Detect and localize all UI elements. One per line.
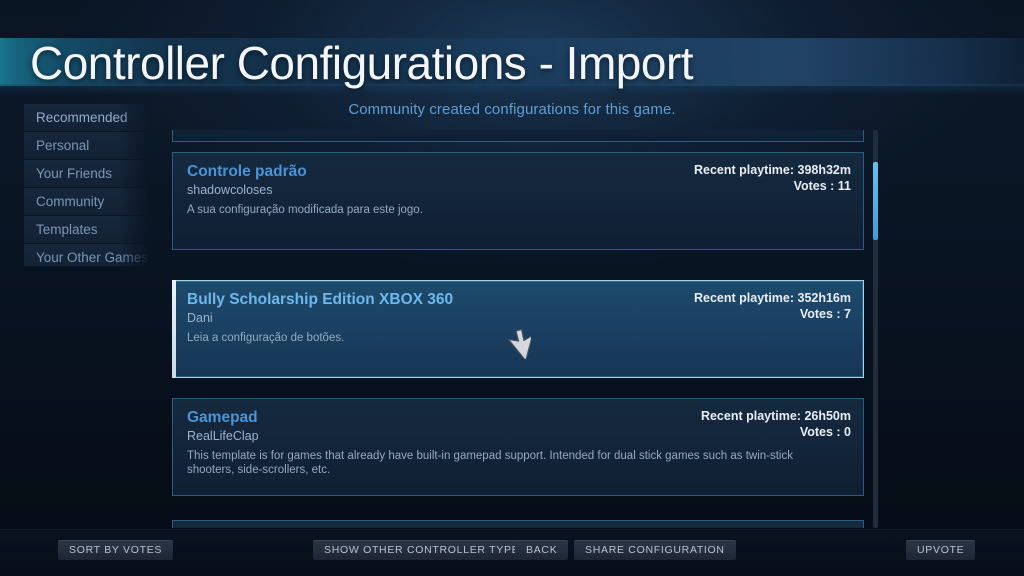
config-author: RealLifeClap bbox=[187, 429, 259, 443]
config-name: Gamepad bbox=[187, 409, 258, 426]
back-button[interactable]: BACK bbox=[515, 540, 569, 560]
config-votes: Votes : 11 bbox=[793, 179, 851, 193]
scrollbar-thumb[interactable] bbox=[873, 162, 878, 240]
sort-by-votes-button[interactable]: SORT BY VOTES bbox=[58, 540, 174, 560]
list-item[interactable]: Bully Scholarship Edition XBOX 360 Dani … bbox=[172, 280, 864, 378]
config-description: A sua configuração modificada para este … bbox=[187, 204, 423, 216]
config-stats: Recent playtime: 352h16m Votes : 7 bbox=[694, 290, 851, 322]
sidebar-item-recommended[interactable]: Recommended bbox=[24, 104, 148, 132]
list-item[interactable]: Controle padrão shadowcoloses A sua conf… bbox=[172, 152, 864, 250]
sidebar-item-personal[interactable]: Personal bbox=[24, 132, 148, 160]
config-stats: Recent playtime: 26h50m Votes : 0 bbox=[701, 408, 851, 440]
share-configuration-button[interactable]: SHARE CONFIGURATION bbox=[574, 540, 736, 560]
sidebar-item-community[interactable]: Community bbox=[24, 188, 148, 216]
sidebar-item-label: Recommended bbox=[36, 110, 128, 125]
sidebar-item-templates[interactable]: Templates bbox=[24, 216, 148, 244]
show-other-controller-types-button[interactable]: SHOW OTHER CONTROLLER TYPES bbox=[313, 540, 539, 560]
upvote-button[interactable]: UPVOTE bbox=[906, 540, 976, 560]
sidebar-item-your-friends[interactable]: Your Friends bbox=[24, 160, 148, 188]
sidebar-item-label: Personal bbox=[36, 138, 90, 153]
config-author: Dani bbox=[187, 311, 213, 325]
sidebar-item-label: Templates bbox=[36, 222, 98, 237]
bottom-toolbar: SORT BY VOTES SHOW OTHER CONTROLLER TYPE… bbox=[0, 529, 1024, 576]
sidebar-item-label: Community bbox=[36, 194, 105, 209]
list-item[interactable] bbox=[172, 520, 864, 528]
page-title: Controller Configurations - Import bbox=[30, 37, 694, 89]
config-playtime: Recent playtime: 26h50m bbox=[700, 409, 851, 423]
list-item[interactable] bbox=[172, 130, 864, 142]
config-votes: Votes : 0 bbox=[799, 425, 851, 439]
config-stats: Recent playtime: 398h32m Votes : 11 bbox=[694, 162, 851, 194]
list-item[interactable]: Gamepad RealLifeClap This template is fo… bbox=[172, 398, 864, 496]
config-description: This template is for games that already … bbox=[187, 450, 793, 476]
sidebar-item-label: Your Friends bbox=[36, 166, 113, 181]
config-name: Bully Scholarship Edition XBOX 360 bbox=[187, 291, 454, 308]
config-description: Leia a configuração de botões. bbox=[187, 332, 345, 344]
steam-controller-config-import-screen: Controller Configurations - Import Commu… bbox=[0, 0, 1024, 576]
configuration-list-panel: Controle padrão shadowcoloses A sua conf… bbox=[172, 130, 872, 528]
config-name: Controle padrão bbox=[187, 163, 307, 180]
sidebar-nav: Recommended Personal Your Friends Commun… bbox=[24, 104, 148, 266]
config-playtime: Recent playtime: 398h32m bbox=[693, 163, 851, 177]
scrollbar[interactable] bbox=[873, 130, 878, 528]
sidebar-item-your-other-games[interactable]: Your Other Games bbox=[24, 244, 148, 266]
sidebar-item-label: Your Other Games bbox=[36, 250, 148, 265]
page-subtitle: Community created configurations for thi… bbox=[348, 101, 676, 118]
config-playtime: Recent playtime: 352h16m bbox=[693, 291, 851, 305]
config-votes: Votes : 7 bbox=[799, 307, 851, 321]
config-author: shadowcoloses bbox=[187, 183, 273, 197]
